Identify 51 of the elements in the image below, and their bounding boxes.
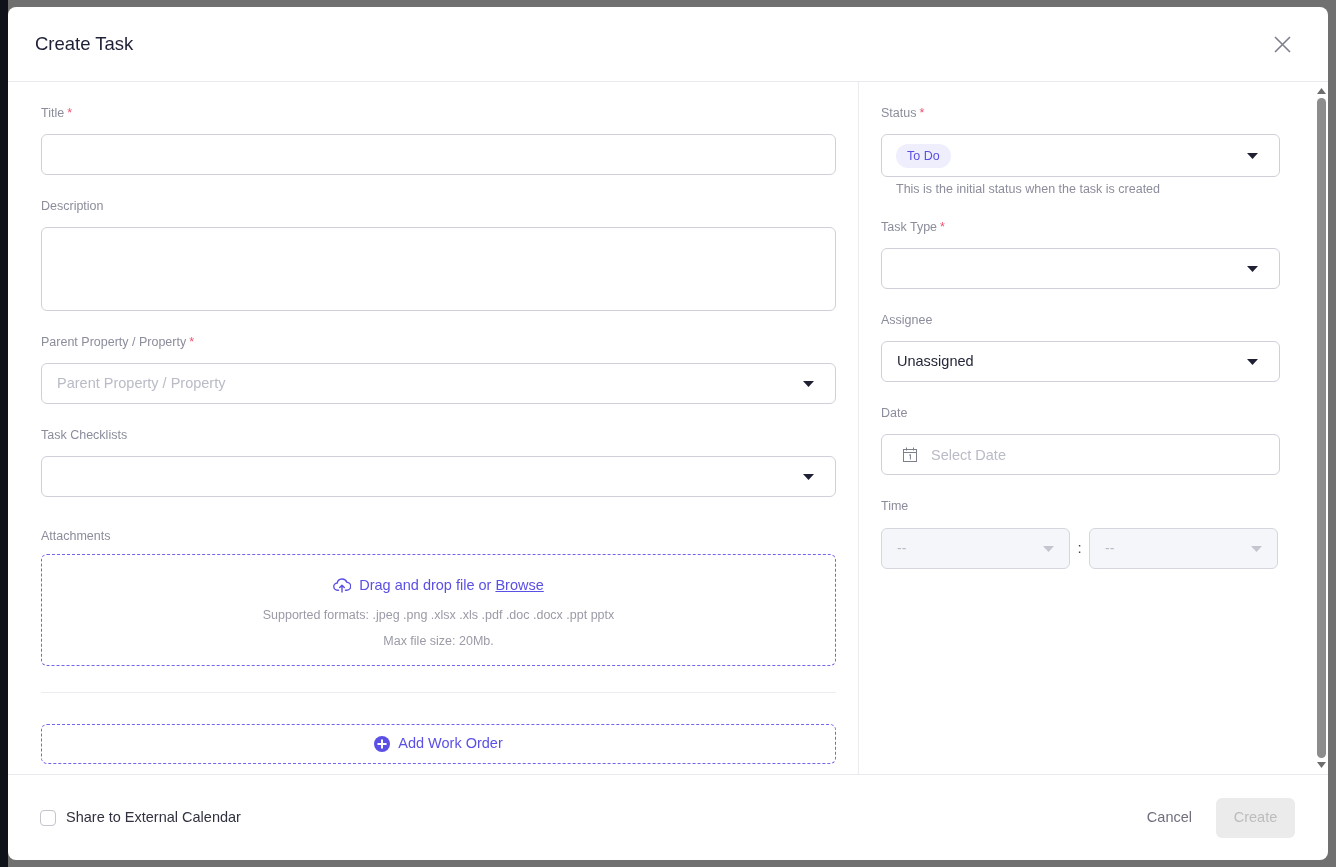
required-asterisk: * [67,105,73,122]
field-label: Date [881,405,908,422]
formats-text: Supported formats: .jpeg .png .xlsx .xls .pdf .doc .docx .ppt pptx [262,607,615,623]
field-label: Time [881,498,909,515]
caret-icon [803,380,814,387]
helper-text: This is the initial status when the task is created [896,181,1161,197]
required-asterisk: * [940,219,945,236]
scroll-down-icon [1316,762,1326,768]
share-checkbox[interactable] [40,809,56,826]
caret-icon [1247,265,1258,272]
field-label: Assignee [881,312,933,329]
field-label: Task Type [881,219,938,236]
field-label: Task Checklists [41,427,128,444]
dropdown-field[interactable] [881,248,1280,289]
plus-circle-icon [374,736,391,752]
dropdown-field[interactable]: To Do [881,134,1280,177]
field-label: Description [41,198,104,215]
field-label: Parent Property / Property [41,334,187,351]
required-asterisk: * [189,334,195,351]
time-separator: : [1076,538,1083,559]
close-icon [1274,35,1291,53]
caret-icon [1247,152,1258,159]
scroll-up-icon [1316,88,1326,94]
field-label: Status [881,105,917,122]
field-label: Title [41,105,65,122]
caret-icon [1247,358,1258,365]
add-work-order-button[interactable]: Add Work Order [41,724,836,764]
checkbox-label: Share to External Calendar [66,807,241,827]
upload-prompt: Drag and drop file or Browse [359,576,544,595]
file-dropzone[interactable]: Drag and drop file or Browse Supported formats: .jpeg .png .xlsx .xls .pdf .doc .docx .ppt pptx Max file size: 20Mb. [41,554,836,666]
cancel-button[interactable]: Cancel [1146,797,1192,838]
browse-link[interactable]: Browse [495,577,544,593]
caret-icon [1043,545,1054,552]
status-chip: To Do [896,143,951,168]
date-field[interactable]: Select Date [881,434,1280,475]
required-asterisk: * [919,105,925,122]
calendar-icon [903,447,917,462]
scrollbar-thumb[interactable] [1316,98,1326,758]
text-input-field[interactable] [41,134,836,175]
field-label: Attachments [41,528,111,545]
cloud-upload-icon [333,577,352,593]
max-size-text: Max file size: 20Mb. [383,633,494,649]
textarea-field[interactable] [41,227,836,311]
caret-icon [1251,545,1262,552]
caret-icon [803,473,814,480]
time-select: -- [881,528,1070,569]
dialog-title: Create Task [35,32,134,56]
close-button[interactable] [1274,35,1291,53]
dropdown-field[interactable] [41,456,836,497]
dropdown-field[interactable]: Unassigned [881,341,1280,382]
time-select: -- [1089,528,1278,569]
